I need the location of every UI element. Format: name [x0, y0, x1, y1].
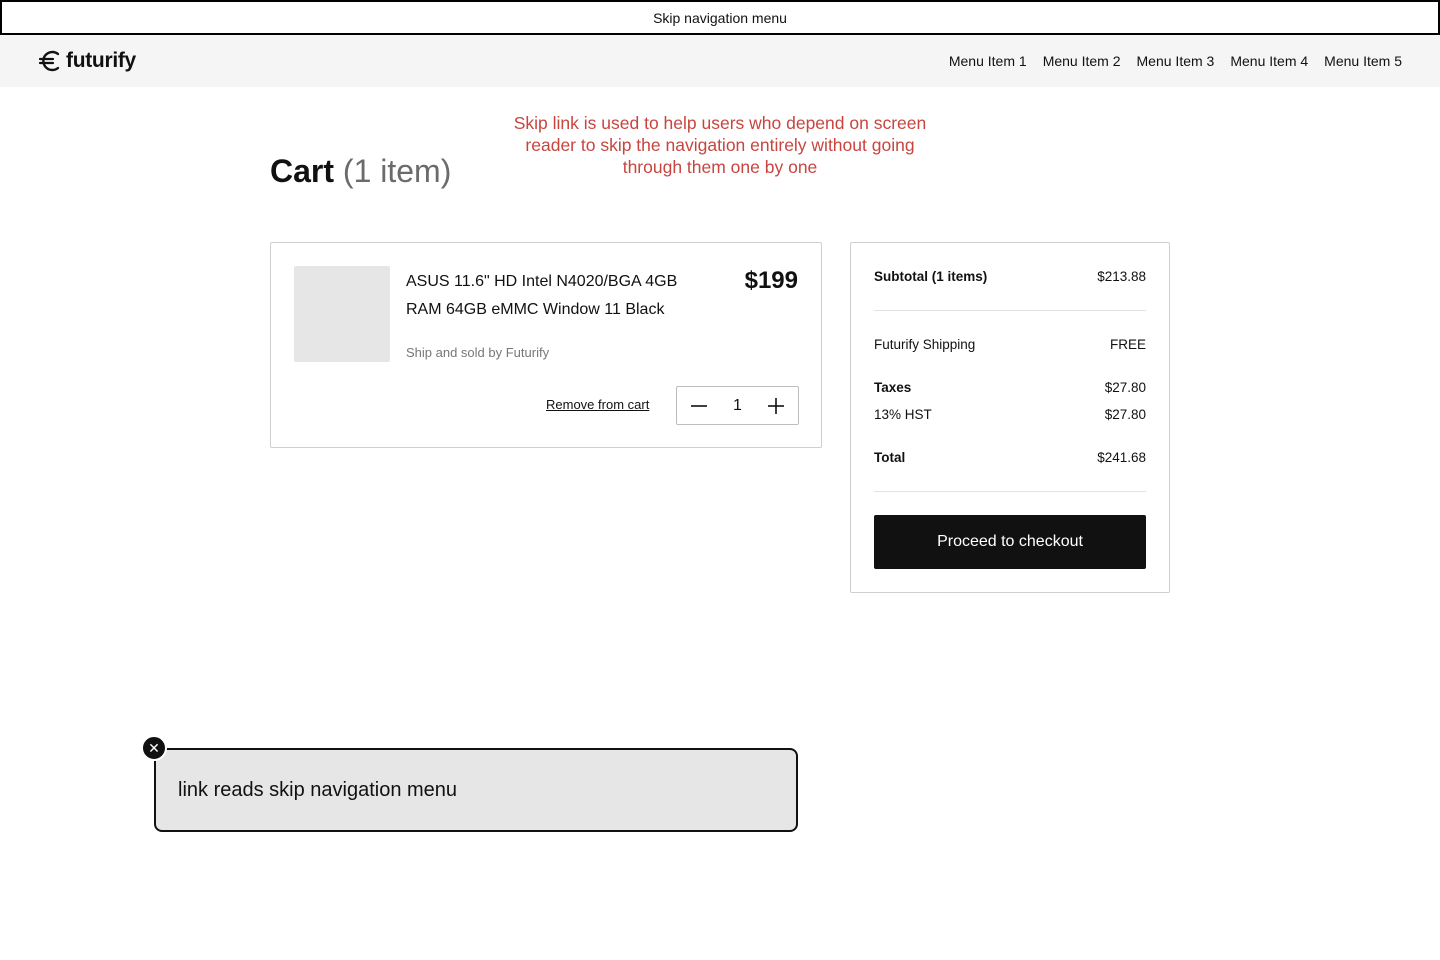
total-label: Total: [874, 450, 906, 465]
cart-title-text: Cart: [270, 153, 335, 189]
taxes-label: Taxes: [874, 380, 912, 395]
quantity-value[interactable]: 1: [733, 397, 742, 415]
site-header: futurify Menu Item 1 Menu Item 2 Menu It…: [0, 35, 1440, 87]
cart-item-count: (1 item): [342, 153, 452, 189]
quantity-stepper: 1: [676, 386, 799, 425]
screen-reader-text: link reads skip navigation menu: [178, 778, 458, 801]
summary-divider: [874, 491, 1146, 492]
nav-item-1[interactable]: Menu Item 1: [949, 53, 1027, 69]
taxes-value: $27.80: [1104, 380, 1146, 395]
nav-item-2[interactable]: Menu Item 2: [1043, 53, 1121, 69]
remove-from-cart-link[interactable]: Remove from cart: [546, 397, 649, 412]
page-title: Cart (1 item): [270, 153, 451, 190]
hst-value: $27.80: [1104, 407, 1146, 422]
total-value: $241.68: [1097, 450, 1146, 465]
logo[interactable]: futurify: [38, 49, 136, 73]
nav-item-4[interactable]: Menu Item 4: [1230, 53, 1308, 69]
nav-item-5[interactable]: Menu Item 5: [1324, 53, 1402, 69]
product-image-placeholder: [294, 266, 390, 362]
nav-item-3[interactable]: Menu Item 3: [1137, 53, 1215, 69]
annotation-note: Skip link is used to help users who depe…: [513, 113, 927, 177]
hst-row: 13% HST $27.80: [874, 407, 1146, 422]
shipping-label: Futurify Shipping: [874, 337, 976, 352]
product-name: ASUS 11.6" HD Intel N4020/BGA 4GB RAM 64…: [406, 273, 678, 318]
order-summary: Subtotal (1 items) $213.88 Futurify Ship…: [850, 242, 1170, 593]
minus-icon: [691, 404, 707, 407]
close-icon[interactable]: ✕: [141, 735, 167, 761]
subtotal-row: Subtotal (1 items) $213.88: [874, 269, 1146, 284]
product-price: $199: [744, 267, 798, 294]
product-seller: Ship and sold by Futurify: [406, 345, 550, 360]
increase-quantity-button[interactable]: [766, 396, 786, 416]
euro-logo-icon: [38, 50, 60, 72]
skip-navigation-link[interactable]: Skip navigation menu: [0, 0, 1440, 35]
screen-reader-output: link reads skip navigation menu: [154, 748, 798, 832]
taxes-row: Taxes $27.80: [874, 380, 1146, 395]
proceed-to-checkout-button[interactable]: Proceed to checkout: [874, 515, 1146, 569]
hst-label: 13% HST: [874, 407, 932, 422]
main-nav: Menu Item 1 Menu Item 2 Menu Item 3 Menu…: [949, 53, 1402, 69]
subtotal-value: $213.88: [1097, 269, 1146, 284]
subtotal-label: Subtotal (1 items): [874, 269, 988, 284]
decrease-quantity-button[interactable]: [689, 396, 709, 416]
shipping-row: Futurify Shipping FREE: [874, 337, 1146, 352]
cart-item-card: ASUS 11.6" HD Intel N4020/BGA 4GB RAM 64…: [270, 242, 822, 448]
plus-icon: [768, 397, 784, 414]
shipping-value: FREE: [1109, 337, 1146, 352]
logo-text: futurify: [66, 49, 136, 72]
total-row: Total $241.68: [874, 450, 1146, 465]
summary-divider: [874, 310, 1146, 311]
